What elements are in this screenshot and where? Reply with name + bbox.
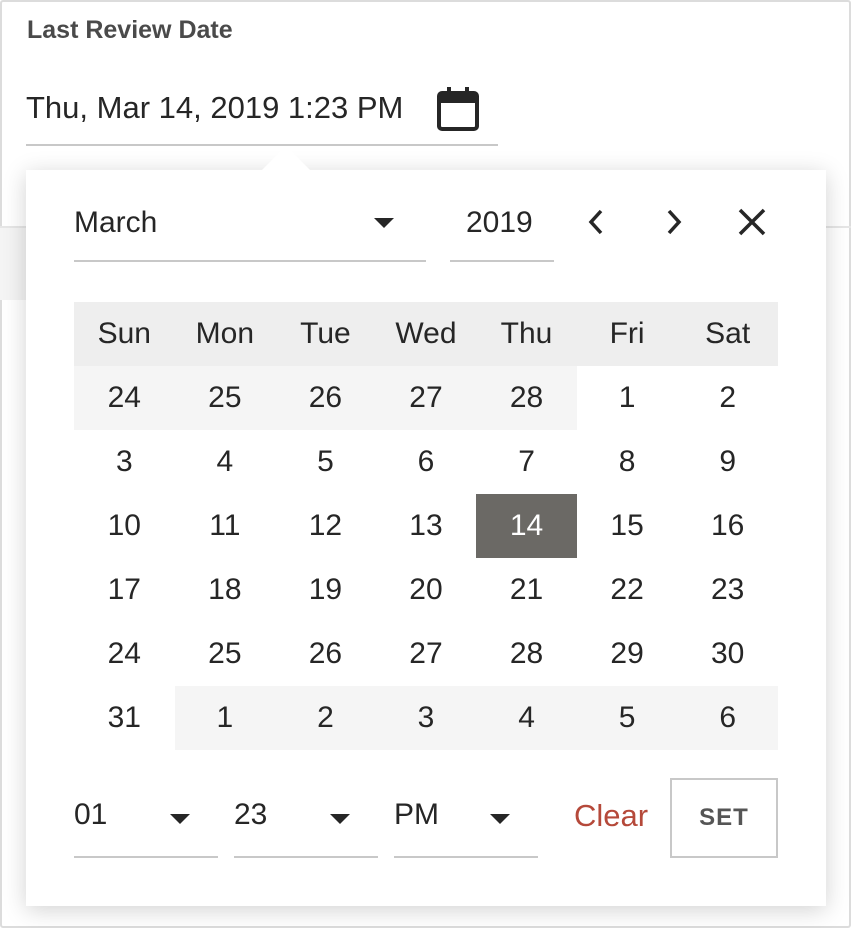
caret-down-icon xyxy=(374,218,394,228)
calendar-day[interactable]: 10 xyxy=(74,494,175,558)
calendar-day[interactable]: 4 xyxy=(476,686,577,750)
calendar-day[interactable]: 6 xyxy=(376,430,477,494)
calendar-icon[interactable] xyxy=(436,86,480,132)
calendar-day[interactable]: 20 xyxy=(376,558,477,622)
calendar-day[interactable]: 22 xyxy=(577,558,678,622)
calendar-week-row: 24 25 26 27 28 29 30 xyxy=(74,622,778,686)
year-value: 2019 xyxy=(466,206,533,239)
minute-value: 23 xyxy=(234,798,268,831)
calendar-day[interactable]: 15 xyxy=(577,494,678,558)
calendar-week-row: 3456789 xyxy=(74,430,778,494)
calendar-day[interactable]: 8 xyxy=(577,430,678,494)
prev-month-button[interactable] xyxy=(576,200,616,244)
ampm-select[interactable]: PM xyxy=(394,778,538,858)
calendar-day[interactable]: 28 xyxy=(476,622,577,686)
date-picker-popover: March 2019 Sun Mon Tue Wed Thu Fri Sat 2… xyxy=(26,146,826,906)
weekday-label: Tue xyxy=(300,317,351,350)
calendar-day[interactable]: 26 xyxy=(275,366,376,430)
weekday-label: Thu xyxy=(500,317,553,350)
calendar-day[interactable]: 2 xyxy=(677,366,778,430)
calendar-day[interactable]: 7 xyxy=(476,430,577,494)
calendar-day[interactable]: 11 xyxy=(175,494,276,558)
month-select[interactable]: March xyxy=(74,194,426,262)
weekday-label: Sat xyxy=(705,317,751,350)
calendar-day[interactable]: 12 xyxy=(275,494,376,558)
caret-down-icon xyxy=(490,814,510,824)
minute-select[interactable]: 23 xyxy=(234,778,378,858)
field-label: Last Review Date xyxy=(27,16,233,44)
calendar-day[interactable]: 24 xyxy=(74,366,175,430)
calendar-day[interactable]: 1 xyxy=(577,366,678,430)
calendar-week-row: 24 25 26 27 28 1 2 xyxy=(74,366,778,430)
calendar-week-row: 17 18 19 20 21 22 23 xyxy=(74,558,778,622)
calendar-day[interactable]: 13 xyxy=(376,494,477,558)
calendar-day[interactable]: 5 xyxy=(275,430,376,494)
calendar-day[interactable]: 27 xyxy=(376,622,477,686)
calendar-day[interactable]: 1 xyxy=(174,686,276,750)
calendar-day[interactable]: 6 xyxy=(677,686,778,750)
calendar-day[interactable]: 19 xyxy=(275,558,376,622)
calendar-day[interactable]: 17 xyxy=(74,558,175,622)
calendar-day[interactable]: 16 xyxy=(677,494,778,558)
year-input[interactable]: 2019 xyxy=(450,194,554,262)
hour-value: 01 xyxy=(74,798,108,831)
close-button[interactable] xyxy=(732,200,772,244)
calendar-day[interactable]: 5 xyxy=(576,686,678,750)
calendar-day[interactable]: 29 xyxy=(577,622,678,686)
calendar-week-row: 10 11 12 13 14 15 16 xyxy=(74,494,778,558)
month-value: March xyxy=(74,206,158,239)
calendar-day[interactable]: 30 xyxy=(677,622,778,686)
ampm-value: PM xyxy=(394,798,439,831)
chevron-right-icon xyxy=(667,209,682,235)
calendar-day[interactable]: 26 xyxy=(275,622,376,686)
calendar-day[interactable]: 24 xyxy=(74,622,175,686)
calendar-day[interactable]: 23 xyxy=(677,558,778,622)
date-input[interactable]: Thu, Mar 14, 2019 1:23 PM xyxy=(26,78,498,146)
calendar-day[interactable]: 25 xyxy=(174,366,276,430)
caret-down-icon xyxy=(330,814,350,824)
calendar-grid: Sun Mon Tue Wed Thu Fri Sat 24 25 26 27 28 1 2… xyxy=(74,302,778,750)
calendar-day[interactable]: 3 xyxy=(74,430,175,494)
calendar-week-row: 31 1 2 3 4 5 6 xyxy=(74,686,778,750)
popover-arrow xyxy=(262,146,310,170)
caret-down-icon xyxy=(170,814,190,824)
date-value: Thu, Mar 14, 2019 1:23 PM xyxy=(26,90,404,125)
weekday-label: Fri xyxy=(609,317,645,350)
next-month-button[interactable] xyxy=(654,200,694,244)
calendar-day[interactable]: 2 xyxy=(275,686,376,750)
weekday-label: Sun xyxy=(97,317,151,350)
calendar-day[interactable]: 27 xyxy=(375,366,477,430)
calendar-day[interactable]: 9 xyxy=(677,430,778,494)
calendar-day[interactable]: 3 xyxy=(375,686,477,750)
calendar-day[interactable]: 25 xyxy=(175,622,276,686)
calendar-day[interactable]: 31 xyxy=(74,686,175,750)
calendar-day[interactable]: 28 xyxy=(476,366,577,430)
set-button[interactable]: SET xyxy=(670,778,778,858)
calendar-day[interactable]: 18 xyxy=(175,558,276,622)
weekday-label: Mon xyxy=(195,317,255,350)
hour-select[interactable]: 01 xyxy=(74,778,218,858)
calendar-day[interactable]: 21 xyxy=(476,558,577,622)
calendar-day[interactable]: 4 xyxy=(175,430,276,494)
close-icon xyxy=(738,208,766,236)
weekday-label: Wed xyxy=(395,317,457,350)
clear-button[interactable]: Clear xyxy=(574,798,648,834)
weekday-header: Sun Mon Tue Wed Thu Fri Sat xyxy=(74,302,778,366)
calendar-weeks: 24 25 26 27 28 1 2 3 4 5 6 7 8 9 10 11 12 13 14 15 16 17 18 19 2… xyxy=(74,366,778,750)
calendar-day-selected[interactable]: 14 xyxy=(476,494,577,558)
chevron-left-icon xyxy=(588,209,603,235)
